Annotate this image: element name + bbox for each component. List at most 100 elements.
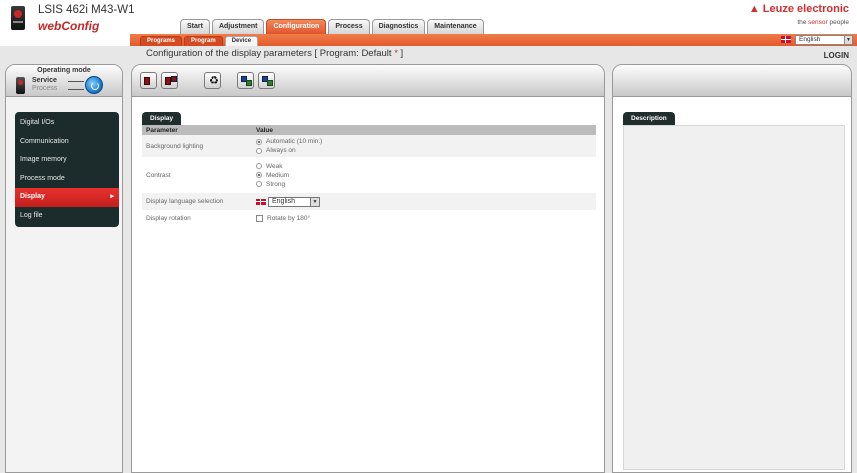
- radio-label-strong: Strong: [266, 180, 286, 188]
- mode-line-process: [68, 89, 84, 90]
- param-display-rotation: Display rotation: [146, 214, 191, 222]
- value-display-rotation: Rotate by 180°: [252, 210, 596, 226]
- product-name: LSIS 462i M43-W1: [38, 4, 135, 16]
- tagline-accent: sensor: [808, 19, 828, 26]
- radio-button-selected[interactable]: [256, 172, 262, 178]
- radio-button[interactable]: [256, 147, 262, 154]
- language-select-value: English: [799, 35, 821, 43]
- page-title-text: Configuration of the display parameters …: [146, 48, 395, 59]
- download-button[interactable]: [258, 72, 275, 89]
- tab-adjustment[interactable]: Adjustment: [211, 19, 265, 34]
- title-bar: Configuration of the display parameters …: [0, 47, 857, 62]
- mode-switch-knob[interactable]: [85, 76, 103, 94]
- page-title-close: ]: [397, 48, 404, 59]
- radio-label-automatic: Automatic (10 min.): [266, 138, 323, 145]
- rotate-checkbox[interactable]: [256, 214, 263, 222]
- device-image: [11, 6, 25, 30]
- tab-start[interactable]: Start: [180, 19, 210, 34]
- sub-tabs: Programs Program Device: [130, 36, 259, 46]
- brand-name: Leuze electronic: [762, 3, 849, 15]
- mode-process-label: Process: [32, 85, 58, 92]
- app-name: webConfig: [38, 19, 100, 33]
- save-parameters-button[interactable]: [161, 72, 178, 89]
- nav-item-log-file[interactable]: Log file: [15, 207, 119, 226]
- tagline-suffix: people: [827, 19, 849, 26]
- operating-mode-title: Operating mode: [37, 67, 91, 74]
- load-icon: [144, 77, 150, 85]
- value-display-language: English ▼: [252, 193, 596, 210]
- language-selector: English ▼: [781, 34, 853, 45]
- radio-button[interactable]: [256, 181, 262, 187]
- toolbar: ♻: [132, 65, 604, 97]
- chevron-down-icon: ▼: [844, 35, 852, 44]
- mode-line-service: [68, 81, 84, 82]
- radio-always-on[interactable]: Always on: [256, 146, 596, 155]
- display-parameters-table: Parameter Value Background lighting Auto…: [142, 125, 596, 226]
- tab-process[interactable]: Process: [328, 19, 370, 34]
- table-row: Display language selection English ▼: [142, 193, 596, 210]
- nav-item-image-memory[interactable]: Image memory: [15, 151, 119, 170]
- language-select[interactable]: English ▼: [795, 34, 853, 45]
- display-language-value: English: [272, 197, 295, 205]
- radio-label-always-on: Always on: [266, 147, 296, 154]
- load-parameters-button[interactable]: [140, 72, 157, 89]
- chevron-down-icon: ▼: [310, 197, 319, 206]
- radio-automatic[interactable]: Automatic (10 min.): [256, 137, 596, 146]
- tab-maintenance[interactable]: Maintenance: [427, 19, 484, 34]
- table-row: Contrast Weak Medium Strong: [142, 157, 596, 193]
- page-title: Configuration of the display parameters …: [146, 48, 403, 59]
- param-background-lighting: Background lighting: [142, 135, 252, 157]
- device-icon: [16, 77, 25, 94]
- tab-configuration[interactable]: Configuration: [266, 19, 327, 34]
- nav-item-display[interactable]: Display: [15, 188, 119, 207]
- display-language-select[interactable]: English ▼: [268, 196, 320, 207]
- center-panel: ♻ Display Parameter Value Background lig…: [131, 64, 605, 473]
- param-display-language: Display language selection: [142, 193, 252, 210]
- recycle-icon: ♻: [209, 75, 219, 87]
- subtab-device[interactable]: Device: [224, 36, 259, 46]
- description-body: [623, 125, 845, 470]
- radio-label-medium: Medium: [266, 171, 290, 179]
- operating-mode-header: Operating mode Service Process: [6, 65, 122, 97]
- brand-tagline: the sensor people: [797, 19, 849, 26]
- col-header-value: Value: [252, 125, 596, 135]
- nav-item-digital-ios[interactable]: Digital I/Os: [15, 114, 119, 133]
- table-header-row: Parameter Value: [142, 125, 596, 135]
- nav-item-communication[interactable]: Communication: [15, 133, 119, 152]
- description-tab[interactable]: Description: [623, 112, 675, 125]
- subtab-program[interactable]: Program: [184, 36, 223, 46]
- radio-button[interactable]: [256, 163, 262, 169]
- tagline-prefix: the: [797, 19, 809, 26]
- mode-service-label: Service: [32, 77, 57, 84]
- radio-label-weak: Weak: [266, 162, 283, 170]
- warning-triangle-icon: ▲: [748, 3, 760, 15]
- side-nav: Digital I/Os Communication Image memory …: [15, 112, 119, 227]
- radio-medium[interactable]: Medium: [256, 171, 596, 180]
- nav-item-process-mode[interactable]: Process mode: [15, 170, 119, 189]
- sub-tab-bar: Programs Program Device English ▼: [130, 34, 857, 46]
- table-row: Display rotation Rotate by 180°: [142, 210, 596, 226]
- display-card-tab[interactable]: Display: [142, 112, 182, 125]
- right-panel: Description: [612, 64, 852, 473]
- radio-button-selected[interactable]: [256, 138, 262, 145]
- main-tabs: Start Adjustment Configuration Process D…: [180, 19, 484, 34]
- reset-button[interactable]: ♻: [204, 72, 221, 89]
- table-row: Background lighting Automatic (10 min.) …: [142, 135, 596, 157]
- upload-button[interactable]: [237, 72, 254, 89]
- subtab-programs[interactable]: Programs: [140, 36, 183, 46]
- rotate-checkbox-row[interactable]: Rotate by 180°: [256, 214, 596, 223]
- brand-logo: ▲ Leuze electronic: [749, 3, 849, 15]
- uk-flag-icon: [781, 36, 791, 43]
- login-link[interactable]: LOGIN: [824, 51, 849, 60]
- save-overlay-icon: [171, 76, 177, 82]
- tab-diagnostics[interactable]: Diagnostics: [371, 19, 426, 34]
- radio-strong[interactable]: Strong: [256, 180, 596, 189]
- right-panel-header: [613, 65, 851, 97]
- value-background-lighting: Automatic (10 min.) Always on: [252, 135, 596, 157]
- param-contrast: Contrast: [146, 171, 171, 179]
- download-overlay-icon: [267, 80, 273, 86]
- uk-flag-icon: [256, 198, 266, 205]
- radio-weak[interactable]: Weak: [256, 162, 596, 171]
- upload-overlay-icon: [246, 80, 252, 86]
- rotate-checkbox-label: Rotate by 180°: [267, 214, 311, 222]
